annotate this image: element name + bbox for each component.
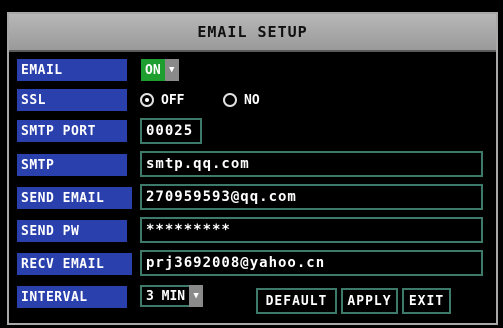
smtp-server-field[interactable]: smtp.qq.com [140,151,483,177]
send-pw-label: SEND PW [17,220,127,242]
interval-value: 3 MIN [140,285,190,307]
exit-button[interactable]: EXIT [402,288,451,314]
chevron-down-icon[interactable]: ▼ [164,59,179,81]
default-button[interactable]: DEFAULT [256,288,337,314]
interval-label: INTERVAL [17,286,127,308]
radio-unselected-icon[interactable] [223,93,237,107]
interval-dropdown[interactable]: 3 MIN ▼ [140,285,204,307]
send-email-field[interactable]: 270959593@qq.com [140,184,483,210]
send-password-field[interactable]: ********* [140,217,483,243]
chevron-down-icon[interactable]: ▼ [189,285,204,307]
ssl-option-off-label: OFF [161,92,185,108]
send-email-label: SEND EMAIL [17,187,132,209]
email-label: EMAIL [17,59,127,81]
recv-email-field[interactable]: prj3692008@yahoo.cn [140,250,483,276]
email-toggle-value: ON [141,59,165,81]
ssl-option-no[interactable]: NO [223,89,260,111]
smtp-port-field[interactable]: 00025 [140,118,202,144]
email-toggle-dropdown[interactable]: ON ▼ [141,59,179,81]
smtp-label: SMTP [17,154,127,176]
recv-email-label: RECV EMAIL [17,253,132,275]
smtp-port-label: SMTP PORT [17,120,127,142]
dialog-title: EMAIL SETUP [9,14,496,52]
ssl-option-no-label: NO [244,92,260,108]
ssl-option-off[interactable]: OFF [140,89,184,111]
ssl-label: SSL [17,89,127,111]
apply-button[interactable]: APPLY [341,288,398,314]
radio-selected-icon[interactable] [140,93,154,107]
